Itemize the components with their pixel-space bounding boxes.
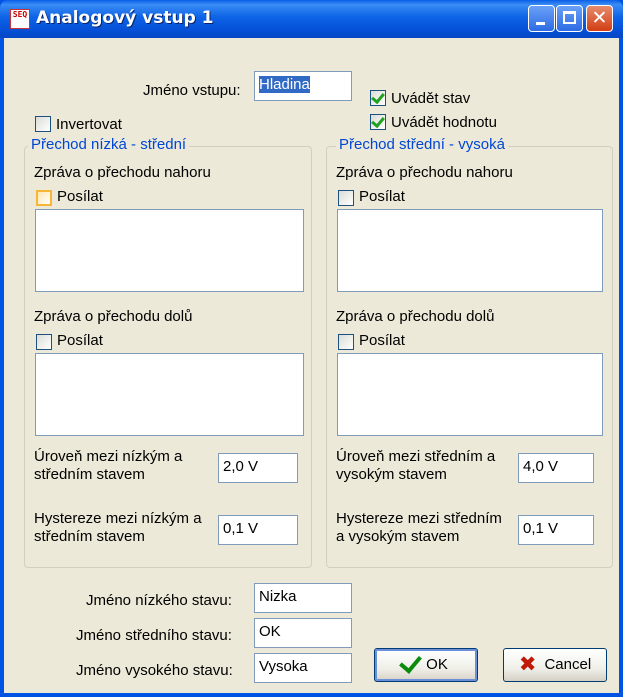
mid-high-level-label-line1: Úroveň mezi středním a <box>336 448 496 465</box>
low-mid-level-label: Úroveň mezi nízkým a středním stavem <box>34 448 182 484</box>
mid-high-level-label: Úroveň mezi středním a vysokým stavem <box>336 448 495 484</box>
cancel-button-label: Cancel <box>544 656 592 673</box>
cancel-x-icon: ✖ <box>518 652 537 676</box>
show-state-label: Uvádět stav <box>391 90 471 107</box>
show-value-label: Uvádět hodnotu <box>391 114 497 131</box>
low-mid-hyst-label-line2: středním stavem <box>34 528 145 545</box>
window-title: Analogový vstup 1 <box>36 8 214 28</box>
checkmark-icon <box>399 650 423 674</box>
mid-high-hyst-label: Hystereze mezi středním a vysokým stavem <box>336 510 502 546</box>
low-mid-hyst-label: Hystereze mezi nízkým a středním stavem <box>34 510 202 546</box>
input-name-label: Jméno vstupu: <box>143 82 241 99</box>
high-state-label: Jméno vysokého stavu: <box>76 662 233 679</box>
show-value-checkbox[interactable] <box>370 113 386 130</box>
mid-high-down-send-checkbox[interactable] <box>338 334 354 350</box>
group-low-mid-title: Přechod nízká - střední <box>28 136 190 153</box>
mid-state-field[interactable]: OK <box>254 618 352 648</box>
mid-high-up-send-label: Posílat <box>359 188 405 205</box>
group-mid-high-title: Přechod střední - vysoká <box>336 136 508 153</box>
mid-high-hyst-field[interactable]: 0,1 V <box>518 515 594 545</box>
low-mid-down-message-field[interactable] <box>35 353 304 436</box>
dialog-client-area: Jméno vstupu: Hladina Uvádět stav Uvádět… <box>4 38 619 693</box>
low-mid-down-label: Zpráva o přechodu dolů <box>34 308 193 325</box>
minimize-button[interactable] <box>528 5 555 32</box>
low-mid-down-send-label: Posílat <box>57 332 103 349</box>
low-state-label: Jméno nízkého stavu: <box>86 592 232 609</box>
app-icon: SEQ <box>10 9 30 29</box>
checkmark-icon <box>371 89 385 105</box>
low-mid-level-field[interactable]: 2,0 V <box>218 453 298 483</box>
maximize-button[interactable] <box>556 5 583 32</box>
low-mid-up-send-checkbox[interactable] <box>36 190 52 206</box>
mid-high-up-label: Zpráva o přechodu nahoru <box>336 164 513 181</box>
mid-high-level-label-line2: vysokým stavem <box>336 466 447 483</box>
mid-high-level-field[interactable]: 4,0 V <box>518 453 594 483</box>
mid-high-up-message-field[interactable] <box>337 209 603 292</box>
minimize-icon <box>536 22 545 25</box>
high-state-field[interactable]: Vysoka <box>254 653 352 683</box>
low-mid-level-label-line2: středním stavem <box>34 466 145 483</box>
low-mid-level-label-line1: Úroveň mezi nízkým a <box>34 448 183 465</box>
mid-high-down-send-label: Posílat <box>359 332 405 349</box>
mid-state-label: Jméno středního stavu: <box>76 627 232 644</box>
mid-high-hyst-label-line2: a vysokým stavem <box>336 528 460 545</box>
mid-high-hyst-label-line1: Hystereze mezi středním <box>336 510 502 527</box>
input-name-value: Hladina <box>259 76 310 93</box>
close-icon: ✕ <box>591 7 608 29</box>
mid-high-down-label: Zpráva o přechodu dolů <box>336 308 495 325</box>
mid-high-down-message-field[interactable] <box>337 353 603 436</box>
low-mid-up-send-label: Posílat <box>57 188 103 205</box>
title-bar[interactable]: SEQ Analogový vstup 1 ✕ <box>0 0 623 38</box>
cancel-button[interactable]: ✖ Cancel <box>503 648 607 682</box>
low-state-field[interactable]: Nizka <box>254 583 352 613</box>
dialog-window: SEQ Analogový vstup 1 ✕ Jméno vstupu: Hl… <box>0 0 623 697</box>
ok-button[interactable]: OK <box>374 648 478 682</box>
low-mid-hyst-label-line1: Hystereze mezi nízkým a <box>34 510 202 527</box>
mid-high-up-send-checkbox[interactable] <box>338 190 354 206</box>
invert-checkbox[interactable] <box>35 116 51 132</box>
maximize-icon <box>563 11 576 24</box>
low-mid-up-message-field[interactable] <box>35 209 304 292</box>
close-button[interactable]: ✕ <box>586 5 613 32</box>
low-mid-down-send-checkbox[interactable] <box>36 334 52 350</box>
low-mid-hyst-field[interactable]: 0,1 V <box>218 515 298 545</box>
invert-label: Invertovat <box>56 116 122 133</box>
low-mid-up-label: Zpráva o přechodu nahoru <box>34 164 211 181</box>
input-name-field[interactable]: Hladina <box>254 71 352 101</box>
ok-button-label: OK <box>426 656 448 673</box>
show-state-checkbox[interactable] <box>370 89 386 106</box>
checkmark-icon <box>371 113 385 129</box>
